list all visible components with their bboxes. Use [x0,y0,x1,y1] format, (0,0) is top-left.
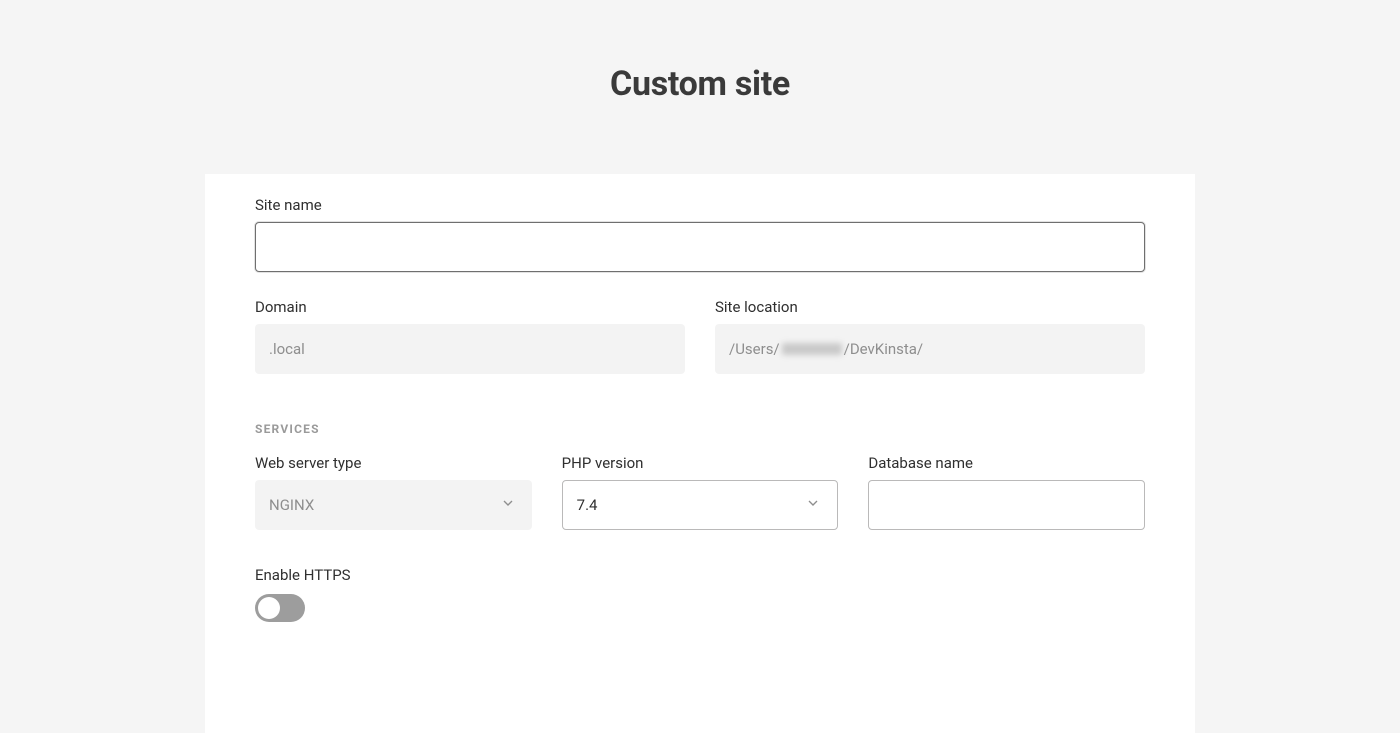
web-server-select[interactable]: NGINX [255,480,532,530]
page-title: Custom site [610,64,790,104]
domain-field: .local [255,324,685,374]
site-location-label: Site location [715,298,1145,316]
site-name-input[interactable] [255,222,1145,272]
php-version-select[interactable]: 7.4 [562,480,839,530]
site-name-label: Site name [255,196,1145,214]
location-suffix: /DevKinsta/ [844,340,924,358]
web-server-label: Web server type [255,454,532,472]
location-username-redacted [782,343,842,355]
chevron-down-icon [805,495,821,515]
form-card: Site name Domain .local Site location /U… [205,174,1195,733]
domain-label: Domain [255,298,685,316]
toggle-knob [258,597,280,619]
enable-https-label: Enable HTTPS [255,566,1145,584]
php-version-value: 7.4 [577,496,598,514]
enable-https-toggle[interactable] [255,594,305,622]
location-prefix: /Users/ [729,340,780,358]
site-location-field: /Users/ /DevKinsta/ [715,324,1145,374]
web-server-value: NGINX [269,496,314,514]
chevron-down-icon [500,495,516,515]
php-version-label: PHP version [562,454,839,472]
database-name-label: Database name [868,454,1145,472]
database-name-input[interactable] [868,480,1145,530]
services-heading: SERVICES [255,422,1145,436]
